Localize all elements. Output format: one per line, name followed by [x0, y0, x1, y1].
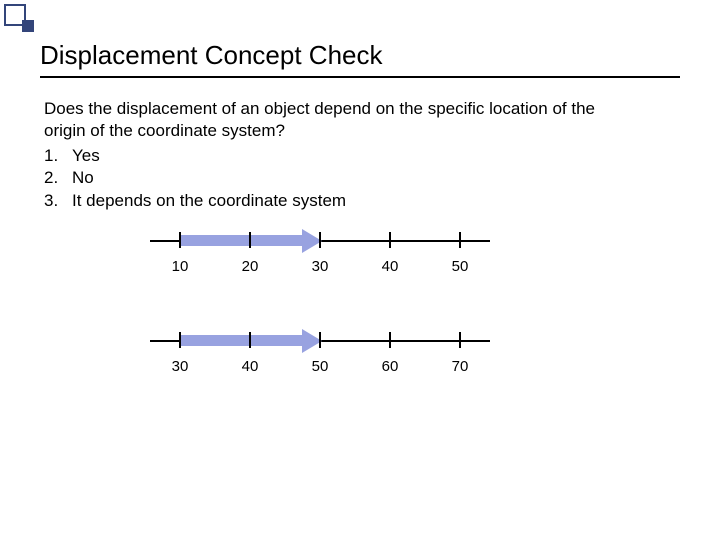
axis-tick-label: 50 [312, 358, 329, 375]
axis-tick-label: 40 [382, 258, 399, 275]
square-filled-icon [22, 20, 34, 32]
question-line-1: Does the displacement of an object depen… [44, 98, 684, 120]
axis-tick [459, 332, 461, 348]
title-underline [40, 76, 680, 78]
option-number: 3. [44, 190, 72, 212]
axis-tick [179, 332, 181, 348]
axis-tick-label: 10 [172, 258, 189, 275]
axis-tick [389, 332, 391, 348]
axis-tick-label: 70 [452, 358, 469, 375]
corner-decoration [0, 0, 40, 40]
axis-tick [459, 232, 461, 248]
axis-tick [179, 232, 181, 248]
axis-tick [249, 332, 251, 348]
question-line-2: origin of the coordinate system? [44, 120, 684, 142]
axis-tick [319, 332, 321, 348]
body-text: Does the displacement of an object depen… [44, 98, 684, 212]
axis-tick-label: 30 [312, 258, 329, 275]
option-text: No [72, 167, 94, 189]
option-number: 2. [44, 167, 72, 189]
number-line: 10 20 30 40 50 [0, 230, 720, 290]
displacement-arrow-shaft [180, 235, 304, 246]
axis-tick-label: 60 [382, 358, 399, 375]
axis-tick [389, 232, 391, 248]
displacement-arrow-shaft [180, 335, 304, 346]
option-number: 1. [44, 145, 72, 167]
slide-title: Displacement Concept Check [40, 40, 383, 71]
axis-tick-label: 50 [452, 258, 469, 275]
number-lines-area: 10 20 30 40 50 30 40 50 60 70 [0, 230, 720, 430]
axis-tick [319, 232, 321, 248]
axis-tick-label: 40 [242, 358, 259, 375]
option-text: Yes [72, 145, 100, 167]
option-text: It depends on the coordinate system [72, 190, 346, 212]
option-row: 1.Yes [44, 145, 684, 167]
option-row: 3.It depends on the coordinate system [44, 190, 684, 212]
options-list: 1.Yes2.No3.It depends on the coordinate … [44, 145, 684, 212]
number-line: 30 40 50 60 70 [0, 330, 720, 390]
axis-tick-label: 30 [172, 358, 189, 375]
axis-tick [249, 232, 251, 248]
option-row: 2.No [44, 167, 684, 189]
axis-tick-label: 20 [242, 258, 259, 275]
